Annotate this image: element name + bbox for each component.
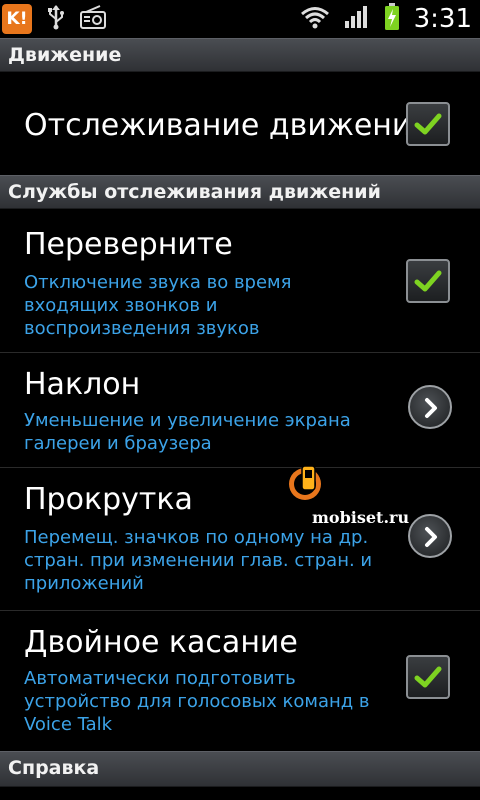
watermark-text: mobiset.ru	[312, 508, 410, 527]
mobiset-logo-icon	[289, 465, 321, 500]
setting-turn-over[interactable]: Переверните Отключение звука во время вх…	[0, 209, 480, 352]
tilt-open-button[interactable]	[408, 385, 452, 429]
motion-tracking-checkbox[interactable]	[406, 102, 450, 146]
app-notification-icon: K!	[2, 4, 32, 34]
setting-description: Отключение звука во время входящих звонк…	[24, 272, 292, 339]
setting-tilt[interactable]: Наклон Уменьшение и увеличение экрана га…	[0, 353, 480, 467]
section-header-motion: Движение	[0, 38, 480, 72]
section-title: Службы отслеживания движений	[8, 181, 381, 203]
section-header-motion-services: Службы отслеживания движений	[0, 175, 480, 209]
chevron-right-icon	[425, 398, 437, 418]
scroll-open-button[interactable]	[408, 514, 452, 558]
setting-motion-tracking[interactable]: Отслеживание движени	[0, 72, 480, 178]
setting-description: Автоматически подготовить устройство для…	[24, 668, 370, 735]
status-bar: K! 3:31	[0, 0, 480, 38]
section-title: Справка	[8, 757, 100, 779]
setting-scroll[interactable]: Прокрутка Перемещ. значков по одному на …	[0, 468, 480, 610]
checkmark-icon	[414, 666, 442, 688]
status-clock: 3:31	[413, 4, 472, 34]
checkmark-icon	[414, 113, 442, 135]
setting-double-tap[interactable]: Двойное касание Автоматически подготовит…	[0, 611, 480, 751]
setting-title: Двойное касание	[24, 625, 298, 660]
double-tap-checkbox[interactable]	[406, 655, 450, 699]
setting-description: Перемещ. значков по одному на др. стран.…	[24, 527, 373, 594]
chevron-right-icon	[425, 527, 437, 547]
radio-icon	[80, 5, 106, 33]
turn-over-checkbox[interactable]	[406, 259, 450, 303]
wifi-icon	[300, 5, 330, 33]
setting-title: Отслеживание движени	[24, 108, 412, 143]
usb-icon	[46, 4, 66, 34]
section-title: Движение	[8, 44, 122, 66]
setting-title: Наклон	[24, 367, 141, 402]
section-header-help: Справка	[0, 751, 480, 787]
signal-icon	[344, 5, 370, 33]
checkmark-icon	[414, 270, 442, 292]
setting-description: Уменьшение и увеличение экрана галереи и…	[24, 410, 351, 454]
battery-charging-icon	[384, 3, 400, 35]
setting-title: Прокрутка	[24, 482, 193, 517]
setting-title: Переверните	[24, 227, 233, 262]
